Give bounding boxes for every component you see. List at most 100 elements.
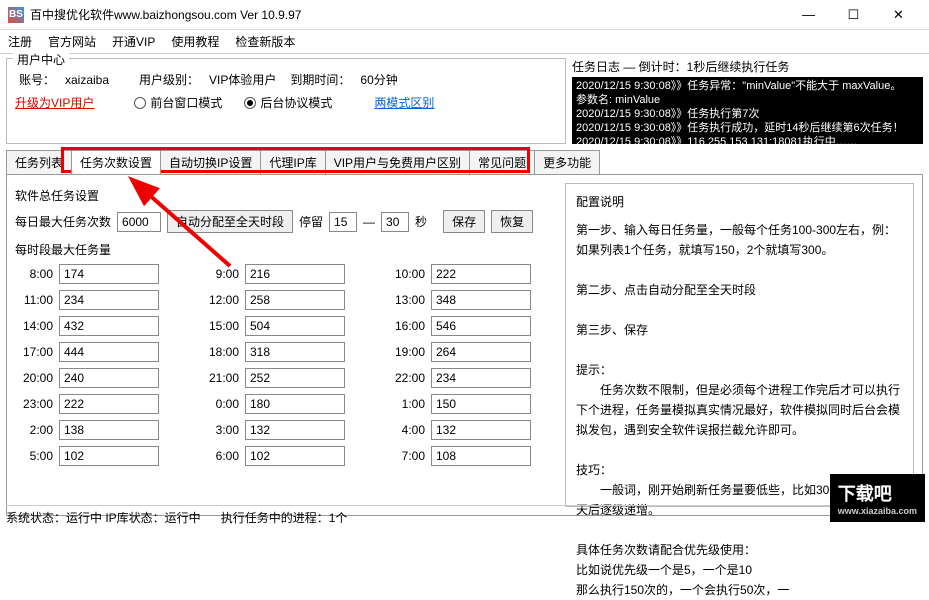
tab-more[interactable]: 更多功能 <box>534 150 600 174</box>
hour-input[interactable] <box>431 420 531 440</box>
app-icon: BS <box>8 7 24 23</box>
hour-input[interactable] <box>245 342 345 362</box>
tab-task-list[interactable]: 任务列表 <box>6 150 72 174</box>
hour-label: 1:00 <box>387 397 425 411</box>
expire-label: 到期时间： <box>290 71 350 88</box>
level-value: VIP体验用户 <box>209 71 276 88</box>
pause-to-input[interactable] <box>381 212 409 232</box>
hour-label: 20:00 <box>15 371 53 385</box>
hour-input[interactable] <box>59 446 159 466</box>
menu-website[interactable]: 官方网站 <box>48 33 96 50</box>
hour-label: 7:00 <box>387 449 425 463</box>
hour-input[interactable] <box>245 290 345 310</box>
hour-input[interactable] <box>431 264 531 284</box>
hour-label: 13:00 <box>387 293 425 307</box>
pause-from-input[interactable] <box>329 212 357 232</box>
hour-input[interactable] <box>431 316 531 336</box>
mode-diff-link[interactable]: 两模式区别 <box>374 94 434 111</box>
log-title: 任务日志 — 倒计时：1秒后继续执行任务 <box>572 58 923 75</box>
hour-cell: 8:00 <box>15 264 183 284</box>
desc-p: 任务次数不限制，但是必须每个进程工作完后才可以执行下个进程，任务量模拟真实情况最… <box>576 380 903 440</box>
hour-input[interactable] <box>59 368 159 388</box>
hour-label: 0:00 <box>201 397 239 411</box>
desc-title: 配置说明 <box>576 192 903 212</box>
hour-cell: 10:00 <box>387 264 555 284</box>
menu-register[interactable]: 注册 <box>8 33 32 50</box>
hour-input[interactable] <box>431 446 531 466</box>
task-log-panel: 任务日志 — 倒计时：1秒后继续执行任务 2020/12/15 9:30:08》… <box>572 58 923 144</box>
daily-max-label: 每日最大任务次数 <box>15 213 111 230</box>
hour-input[interactable] <box>245 316 345 336</box>
hour-label: 14:00 <box>15 319 53 333</box>
mode-back-radio[interactable]: 后台协议模式 <box>244 94 332 111</box>
menu-update[interactable]: 检查新版本 <box>235 33 295 50</box>
tab-vip-diff[interactable]: VIP用户与免费用户区别 <box>325 150 470 174</box>
hour-label: 4:00 <box>387 423 425 437</box>
hour-label: 10:00 <box>387 267 425 281</box>
hour-cell: 19:00 <box>387 342 555 362</box>
hour-input[interactable] <box>59 316 159 336</box>
daily-max-input[interactable] <box>117 212 161 232</box>
tab-faq[interactable]: 常见问题 <box>469 150 535 174</box>
log-box[interactable]: 2020/12/15 9:30:08》》任务异常："minValue"不能大于 … <box>572 77 923 144</box>
restore-button[interactable]: 恢复 <box>491 210 533 233</box>
hour-input[interactable] <box>245 394 345 414</box>
hour-input[interactable] <box>245 368 345 388</box>
desc-p: 第一步、输入每日任务量，一般每个任务100-300左右，例：如果列表1个任务，就… <box>576 220 903 260</box>
tab-proxy-lib[interactable]: 代理IP库 <box>260 150 325 174</box>
hour-input[interactable] <box>59 394 159 414</box>
log-line: 2020/12/15 9:30:08》》任务异常："minValue"不能大于 … <box>576 79 919 93</box>
mode-front-label: 前台窗口模式 <box>150 94 222 111</box>
maximize-button[interactable]: ☐ <box>831 1 876 29</box>
hour-label: 2:00 <box>15 423 53 437</box>
hour-label: 12:00 <box>201 293 239 307</box>
hour-input[interactable] <box>59 420 159 440</box>
menu-bar: 注册 官方网站 开通VIP 使用教程 检查新版本 <box>0 30 929 54</box>
hour-input[interactable] <box>431 368 531 388</box>
hour-input[interactable] <box>59 290 159 310</box>
hour-label: 8:00 <box>15 267 53 281</box>
watermark-url: www.xiazaiba.com <box>838 506 917 516</box>
radio-icon <box>134 97 146 109</box>
hour-input[interactable] <box>59 342 159 362</box>
minimize-button[interactable]: — <box>786 1 831 29</box>
auto-distribute-button[interactable]: 自动分配至全天时段 <box>167 210 293 233</box>
mode-front-radio[interactable]: 前台窗口模式 <box>134 94 222 111</box>
hour-cell: 23:00 <box>15 394 183 414</box>
expire-value: 60分钟 <box>360 71 397 88</box>
hour-input[interactable] <box>431 290 531 310</box>
hour-label: 18:00 <box>201 345 239 359</box>
hour-cell: 6:00 <box>201 446 369 466</box>
menu-vip[interactable]: 开通VIP <box>112 33 155 50</box>
hour-input[interactable] <box>245 446 345 466</box>
save-button[interactable]: 保存 <box>443 210 485 233</box>
account-label: 账号： <box>15 71 55 88</box>
log-line: 2020/12/15 9:30:08》》任务执行第7次 <box>576 107 919 121</box>
close-button[interactable]: ✕ <box>876 1 921 29</box>
desc-p: 具体任务次数请配合优先级使用： <box>576 540 903 560</box>
hour-input[interactable] <box>245 420 345 440</box>
hour-input[interactable] <box>431 342 531 362</box>
hour-input[interactable] <box>245 264 345 284</box>
hour-cell: 18:00 <box>201 342 369 362</box>
section-total-title: 软件总任务设置 <box>15 187 555 204</box>
tab-ip-switch[interactable]: 自动切换IP设置 <box>160 150 261 174</box>
watermark: 下载吧 www.xiazaiba.com <box>830 474 925 522</box>
hour-cell: 1:00 <box>387 394 555 414</box>
hour-cell: 11:00 <box>15 290 183 310</box>
hour-label: 3:00 <box>201 423 239 437</box>
hour-label: 22:00 <box>387 371 425 385</box>
hour-input[interactable] <box>59 264 159 284</box>
hour-label: 23:00 <box>15 397 53 411</box>
hour-cell: 13:00 <box>387 290 555 310</box>
section-hour-title: 每时段最大任务量 <box>15 241 555 258</box>
tab-task-count[interactable]: 任务次数设置 <box>71 150 161 174</box>
menu-tutorial[interactable]: 使用教程 <box>171 33 219 50</box>
log-line: 参数名: minValue <box>576 93 919 107</box>
hour-cell: 20:00 <box>15 368 183 388</box>
desc-p: 第三步、保存 <box>576 320 903 340</box>
radio-icon <box>244 97 256 109</box>
hour-label: 21:00 <box>201 371 239 385</box>
hour-input[interactable] <box>431 394 531 414</box>
upgrade-vip-link[interactable]: 升级为VIP用户 <box>15 94 94 111</box>
